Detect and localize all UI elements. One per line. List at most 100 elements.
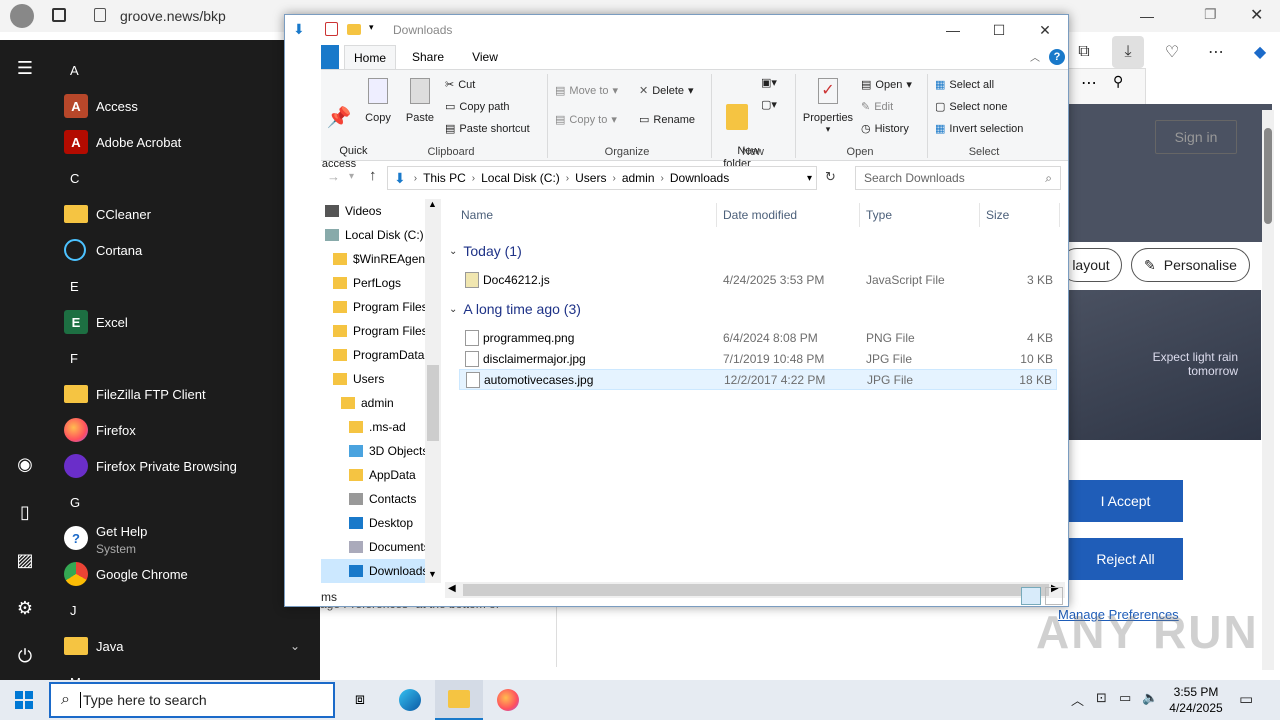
copilot-icon[interactable]: ◆ (1244, 36, 1276, 68)
firefox-taskbar-button[interactable] (484, 680, 532, 720)
up-icon[interactable]: ↑ (369, 167, 377, 184)
section-letter[interactable]: G (50, 484, 320, 520)
easy-access-button[interactable]: ▢▾ (761, 98, 777, 111)
crumb-local-disk[interactable]: Local Disk (C:) (477, 171, 564, 185)
more-options-icon[interactable]: ⋯ (1081, 73, 1097, 93)
start-app-item[interactable]: CCleaner⌄ (50, 196, 320, 232)
recent-dropdown-icon[interactable]: ▾ (349, 171, 354, 182)
hamburger-icon[interactable]: ☰ (0, 46, 50, 90)
tab-home[interactable]: Home (344, 45, 396, 69)
large-icons-view-icon[interactable] (1045, 587, 1063, 605)
weather-card[interactable]: Expect light rain tomorrow (1068, 290, 1261, 440)
more-icon[interactable]: ⋯ (1200, 36, 1232, 68)
taskbar-search-input[interactable]: ⌕ Type here to search (49, 682, 335, 718)
start-app-item[interactable]: Cortana (50, 232, 320, 268)
invert-selection-button[interactable]: ▦ Invert selection (935, 122, 1023, 136)
address-dropdown-icon[interactable]: ▾ (807, 173, 816, 184)
show-hidden-icons-icon[interactable]: ︿ (1071, 690, 1084, 709)
scroll-left-icon[interactable]: ◀ (448, 583, 456, 594)
section-letter[interactable]: F (50, 340, 320, 376)
delete-button[interactable]: ✕ Delete ▾ (639, 84, 694, 98)
copy-path-button[interactable]: ▭ Copy path (445, 100, 510, 114)
select-none-button[interactable]: ▢ Select none (935, 100, 1008, 114)
column-size[interactable]: Size (980, 203, 1060, 227)
settings-icon[interactable]: ⚙ (0, 586, 50, 630)
crumb-admin[interactable]: admin (618, 171, 659, 185)
group-header[interactable]: ⌄ A long time ago (3) (449, 301, 581, 317)
start-app-item[interactable]: E Excel (50, 304, 320, 340)
copy-to-button[interactable]: ▤ Copy to ▾ (555, 113, 617, 127)
column-type[interactable]: Type (860, 203, 980, 227)
crumb-users[interactable]: Users (571, 171, 610, 185)
start-app-item[interactable]: FileZilla FTP Client⌄ (50, 376, 320, 412)
file-row[interactable]: disclaimermajor.jpg 7/1/2019 10:48 PM JPG … (459, 348, 1057, 369)
address-bar[interactable]: ⬇ › This PC › Local Disk (C:) › Users › … (387, 166, 817, 190)
personalise-button[interactable]: ✎ Personalise (1131, 248, 1250, 282)
collapse-ribbon-icon[interactable]: ︿ (1030, 49, 1040, 64)
device-icon[interactable]: ⊡ (1096, 690, 1107, 706)
tab-actions-icon[interactable] (52, 8, 66, 22)
nav-scrollbar-thumb[interactable] (427, 365, 439, 441)
maximize-icon[interactable]: ☐ (976, 15, 1022, 45)
power-icon[interactable]: ⏻ (0, 634, 50, 678)
close-icon[interactable]: ✕ (1022, 15, 1068, 45)
start-app-item[interactable]: A Access (50, 88, 320, 124)
column-date[interactable]: Date modified (717, 203, 860, 227)
sign-in-button[interactable]: Sign in (1155, 120, 1237, 154)
explorer-taskbar-button[interactable] (435, 680, 483, 720)
properties-qat-icon[interactable] (325, 22, 338, 36)
layout-button[interactable]: layout (1060, 248, 1122, 282)
crumb-downloads[interactable]: Downloads (666, 171, 733, 185)
start-app-item[interactable]: Firefox (50, 412, 320, 448)
edit-button[interactable]: ✎ Edit (861, 100, 893, 114)
close-icon[interactable]: ✕ (1250, 5, 1263, 25)
start-app-item[interactable]: A Adobe Acrobat (50, 124, 320, 160)
clock[interactable]: 3:55 PM 4/24/2025 (1160, 684, 1232, 716)
browser-essentials-icon[interactable]: ♡ (1156, 36, 1188, 68)
page-scrollbar-thumb[interactable] (1264, 128, 1272, 224)
pin-icon[interactable]: ⚲ (1113, 73, 1123, 90)
help-icon[interactable]: ? (1049, 49, 1065, 65)
downloads-icon[interactable]: ⤓ (1112, 36, 1144, 68)
volume-icon[interactable]: 🔈 (1142, 690, 1158, 706)
profile-avatar[interactable] (10, 4, 34, 28)
move-to-button[interactable]: ▤ Move to ▾ (555, 84, 618, 98)
paste-button[interactable]: Paste (403, 78, 437, 124)
restore-icon[interactable]: ❐ (1204, 6, 1217, 23)
paste-shortcut-button[interactable]: ▤ Paste shortcut (445, 122, 530, 136)
scroll-up-icon[interactable]: ▲ (428, 199, 437, 209)
minimize-icon[interactable]: — (930, 15, 976, 45)
new-folder-qat-icon[interactable] (347, 24, 361, 35)
scroll-down-icon[interactable]: ▼ (428, 569, 437, 579)
open-button[interactable]: ▤ Open ▾ (861, 78, 912, 92)
pictures-icon[interactable]: ▨ (0, 538, 50, 582)
tab-share[interactable]: Share (400, 45, 456, 69)
start-app-item[interactable]: Firefox Private Browsing (50, 448, 320, 484)
horizontal-scrollbar-thumb[interactable] (463, 584, 1049, 596)
back-icon[interactable]: → (327, 169, 340, 184)
file-tab[interactable] (321, 45, 339, 69)
nav-item[interactable]: Local Disk (C:) (325, 223, 441, 247)
select-all-button[interactable]: ▦ Select all (935, 78, 994, 92)
copy-button[interactable]: Copy (361, 78, 395, 124)
section-letter[interactable]: J (50, 592, 320, 628)
section-letter[interactable]: A (50, 52, 320, 88)
history-button[interactable]: ◷ History (861, 122, 909, 136)
file-row[interactable]: automotivecases.jpg 12/2/2017 4:22 PM JPG … (459, 369, 1057, 390)
tab-view[interactable]: View (457, 45, 513, 69)
task-view-button[interactable]: ⧈ (336, 680, 384, 720)
start-app-item[interactable]: Java ⌄ (50, 628, 320, 664)
cut-button[interactable]: ✂ Cut (445, 78, 475, 92)
search-input[interactable]: Search Downloads ⌕ (855, 166, 1061, 190)
edge-taskbar-button[interactable] (386, 680, 434, 720)
accept-button[interactable]: I Accept (1068, 480, 1183, 522)
crumb-this-pc[interactable]: This PC (419, 171, 470, 185)
details-view-icon[interactable] (1021, 587, 1041, 605)
properties-button[interactable]: ✓ Properties ▾ (801, 78, 855, 135)
start-app-item[interactable]: Google Chrome (50, 556, 320, 592)
notifications-icon[interactable]: ▭ (1239, 690, 1253, 708)
nav-item[interactable]: Downloads (321, 559, 441, 583)
refresh-icon[interactable]: ↻ (825, 169, 836, 185)
section-letter[interactable]: E (50, 268, 320, 304)
documents-icon[interactable]: ▯ (0, 490, 50, 534)
